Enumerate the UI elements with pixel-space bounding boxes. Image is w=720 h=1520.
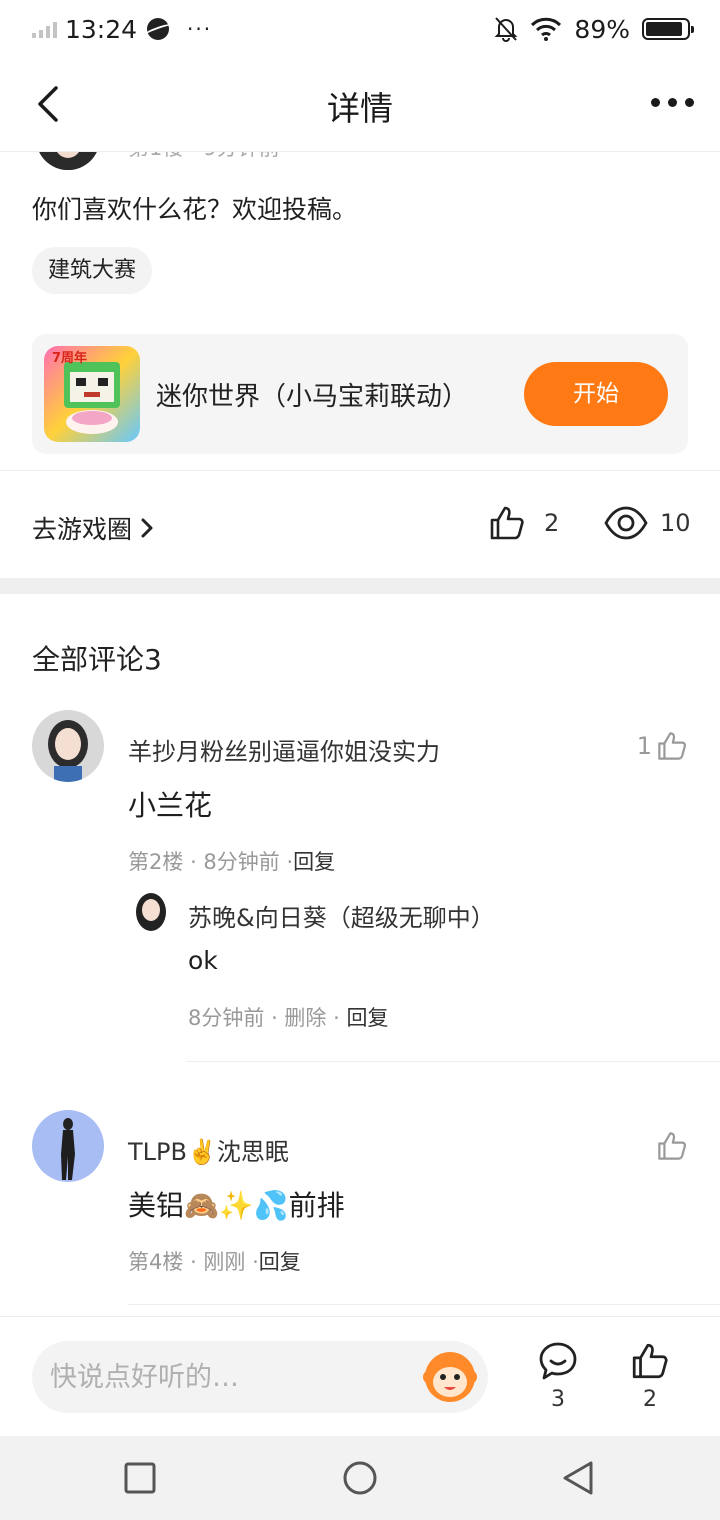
home-circle-icon[interactable]: [340, 1458, 380, 1498]
mute-bell-icon: [495, 17, 518, 42]
go-circle-label: 去游戏圈: [32, 515, 133, 544]
comment-meta: 第4楼 · 刚刚 ·回复: [128, 1250, 301, 1274]
page-title: 详情: [327, 89, 393, 128]
topic-tag[interactable]: 建筑大赛: [32, 247, 153, 294]
more-options-button[interactable]: [651, 98, 694, 107]
comment-like-button[interactable]: [656, 1130, 688, 1162]
go-to-game-circle-link[interactable]: 去游戏圈: [32, 510, 156, 546]
comment-reply-button[interactable]: 回复: [293, 850, 335, 874]
comment-input[interactable]: [50, 1341, 410, 1413]
comments-header: 全部评论3: [32, 643, 162, 676]
bottom-like-button[interactable]: 2: [620, 1341, 680, 1412]
comment-text: 小兰花: [128, 789, 213, 822]
comment-floor: 第4楼: [128, 1250, 184, 1274]
monkey-mascot-icon[interactable]: [422, 1349, 478, 1405]
post-stats-row: 去游戏圈 2 10: [0, 472, 720, 578]
comment-input-box[interactable]: [32, 1341, 488, 1413]
thumbs-up-icon: [490, 506, 524, 540]
eye-icon: [604, 506, 648, 540]
post-view-count: 10: [660, 509, 691, 537]
game-card[interactable]: 7周年 迷你世界（小马宝莉联动） 开始: [32, 334, 688, 454]
more-dot-icon: [668, 98, 677, 107]
reply-reply-button[interactable]: 回复: [346, 1006, 388, 1030]
status-more-dots: ···: [187, 17, 213, 41]
comment-like-button[interactable]: 1: [637, 730, 688, 762]
more-dot-icon: [651, 98, 660, 107]
status-time: 13:24: [65, 14, 138, 44]
game-name: 迷你世界（小马宝莉联动）: [156, 382, 469, 412]
game-icon-badge: 7周年: [52, 350, 87, 366]
comment-floor: 第2楼: [128, 850, 184, 874]
comment-username[interactable]: TLPB✌️沈思眠: [128, 1132, 289, 1167]
battery-percent: 89%: [574, 14, 630, 44]
divider: [0, 470, 720, 471]
comment-bottom-bar: 3 2: [0, 1316, 720, 1436]
section-separator: [0, 578, 720, 594]
comment-text: 美铝🙈✨💦前排: [128, 1189, 345, 1222]
back-triangle-icon[interactable]: [558, 1458, 598, 1498]
divider: [128, 1304, 720, 1305]
post-like-count: 2: [544, 509, 560, 537]
post-view-stat: 10: [604, 504, 691, 542]
reply-time: 8分钟前: [188, 1006, 265, 1030]
battery-fill: [646, 22, 682, 36]
comment-time: 8分钟前: [203, 850, 280, 874]
comment-time: 刚刚: [203, 1250, 246, 1274]
start-game-button[interactable]: 开始: [524, 362, 668, 426]
wifi-icon: [531, 17, 562, 41]
reply-avatar[interactable]: [128, 888, 174, 934]
game-app-icon: 7周年: [44, 346, 140, 442]
reply-username[interactable]: 苏晚&向日葵（超级无聊中）: [188, 898, 495, 933]
thumbs-up-icon: [632, 1343, 668, 1379]
status-bar: 13:24 ··· 89%: [0, 0, 720, 58]
reply-delete-button[interactable]: 删除: [284, 1006, 326, 1030]
comments-count-button[interactable]: 3: [528, 1341, 588, 1412]
signal-icon: [32, 20, 57, 38]
comment-avatar[interactable]: [32, 710, 104, 782]
thumbs-up-icon: [658, 732, 687, 760]
battery-icon: [642, 18, 694, 40]
recent-apps-icon[interactable]: [120, 1458, 160, 1498]
reply-meta: 8分钟前 · 删除 · 回复: [188, 1006, 389, 1030]
thumbs-up-icon: [658, 1132, 687, 1160]
comments-count: 3: [551, 1387, 565, 1412]
comment-reply-button[interactable]: 回复: [259, 1250, 301, 1274]
comment-avatar[interactable]: [32, 1110, 104, 1182]
post-text: 你们喜欢什么花？欢迎投稿。: [32, 195, 358, 224]
reply-text: ok: [188, 946, 218, 975]
system-nav-bar: [0, 1436, 720, 1520]
bottom-like-count: 2: [643, 1387, 657, 1412]
browser-planet-icon: [147, 18, 170, 40]
more-dot-icon: [685, 98, 694, 107]
comment-meta: 第2楼 · 8分钟前 ·回复: [128, 850, 336, 874]
comment-username[interactable]: 羊抄月粉丝别逼逼你姐没实力: [128, 732, 440, 767]
divider: [186, 1061, 720, 1062]
post-like-button[interactable]: 2: [488, 504, 559, 542]
comment-like-count: 1: [636, 732, 652, 760]
top-app-bar: 详情: [0, 58, 720, 152]
comment-bubble-icon: [539, 1342, 577, 1380]
chevron-right-icon: [141, 518, 153, 538]
